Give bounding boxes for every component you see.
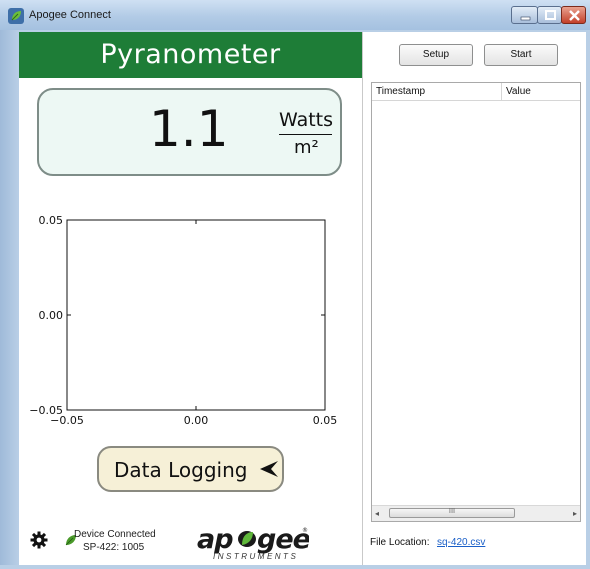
minimize-button[interactable] <box>511 6 538 24</box>
title-bar[interactable]: Apogee Connect <box>0 0 590 30</box>
file-location-label: File Location: <box>370 537 430 548</box>
arrow-left-icon <box>260 461 278 477</box>
app-window: Apogee Connect Pyranometer 1.1 Watts m² … <box>0 0 590 569</box>
x-tick-label: 0.00 <box>184 414 209 427</box>
connection-status: Device Connected <box>74 529 156 540</box>
start-button[interactable]: Start <box>484 44 558 66</box>
x-tick-label: 0.05 <box>313 414 338 427</box>
maximize-button[interactable] <box>537 6 562 24</box>
unit-numerator: Watts <box>279 109 334 131</box>
apogee-logo: ap gee ® INSTRUMENTS <box>195 522 312 562</box>
reading-display: 1.1 Watts m² <box>37 88 342 176</box>
column-header-timestamp[interactable]: Timestamp <box>372 83 502 101</box>
svg-text:®: ® <box>302 527 308 534</box>
y-tick-label: −0.05 <box>29 404 63 417</box>
column-header-value[interactable]: Value <box>502 83 580 101</box>
device-id: SP-422: 1005 <box>83 542 145 553</box>
y-tick-label: 0.05 <box>39 214 64 227</box>
svg-text:ap: ap <box>197 524 233 555</box>
window-frame-bottom <box>0 565 590 569</box>
horizontal-scrollbar[interactable]: ◂ III ▸ <box>372 505 580 521</box>
log-panel: Setup Start Timestamp Value ◂ III ▸ File… <box>363 32 586 565</box>
sensor-title: Pyranometer <box>100 39 281 70</box>
close-button[interactable] <box>561 6 586 24</box>
window-frame-right <box>586 30 590 569</box>
app-leaf-icon <box>8 8 24 24</box>
unit-denominator: m² <box>294 137 319 158</box>
reading-chart: −0.05 0.00 0.05 0.05 0.00 −0.05 <box>19 212 362 452</box>
close-icon <box>569 10 580 21</box>
logo-subtitle: INSTRUMENTS <box>213 552 299 561</box>
minimize-icon <box>520 16 531 21</box>
gear-icon[interactable] <box>30 531 48 549</box>
data-table[interactable]: Timestamp Value ◂ III ▸ <box>371 82 581 522</box>
chart-svg: −0.05 0.00 0.050.050.00−0.05 <box>29 214 338 427</box>
sensor-panel: Pyranometer 1.1 Watts m² −0.05 0.00 0.05 0.… <box>19 32 362 565</box>
setup-button[interactable]: Setup <box>399 44 473 66</box>
scroll-thumb[interactable]: III <box>389 507 515 518</box>
data-logging-label: Data Logging <box>114 458 248 482</box>
file-location-link[interactable]: sq-420.csv <box>437 537 485 548</box>
scroll-right-icon[interactable]: ▸ <box>573 509 577 518</box>
data-logging-button[interactable]: Data Logging <box>97 446 284 492</box>
unit-fraction-line <box>279 134 332 135</box>
y-tick-label: 0.00 <box>39 309 64 322</box>
scroll-grip: III <box>448 507 456 515</box>
scroll-left-icon[interactable]: ◂ <box>375 509 379 518</box>
maximize-icon <box>545 10 556 20</box>
sensor-header: Pyranometer <box>19 32 362 78</box>
plot-area <box>66 219 326 411</box>
window-frame-left <box>0 30 19 569</box>
reading-value: 1.1 <box>149 100 229 158</box>
window-title: Apogee Connect <box>29 9 111 21</box>
